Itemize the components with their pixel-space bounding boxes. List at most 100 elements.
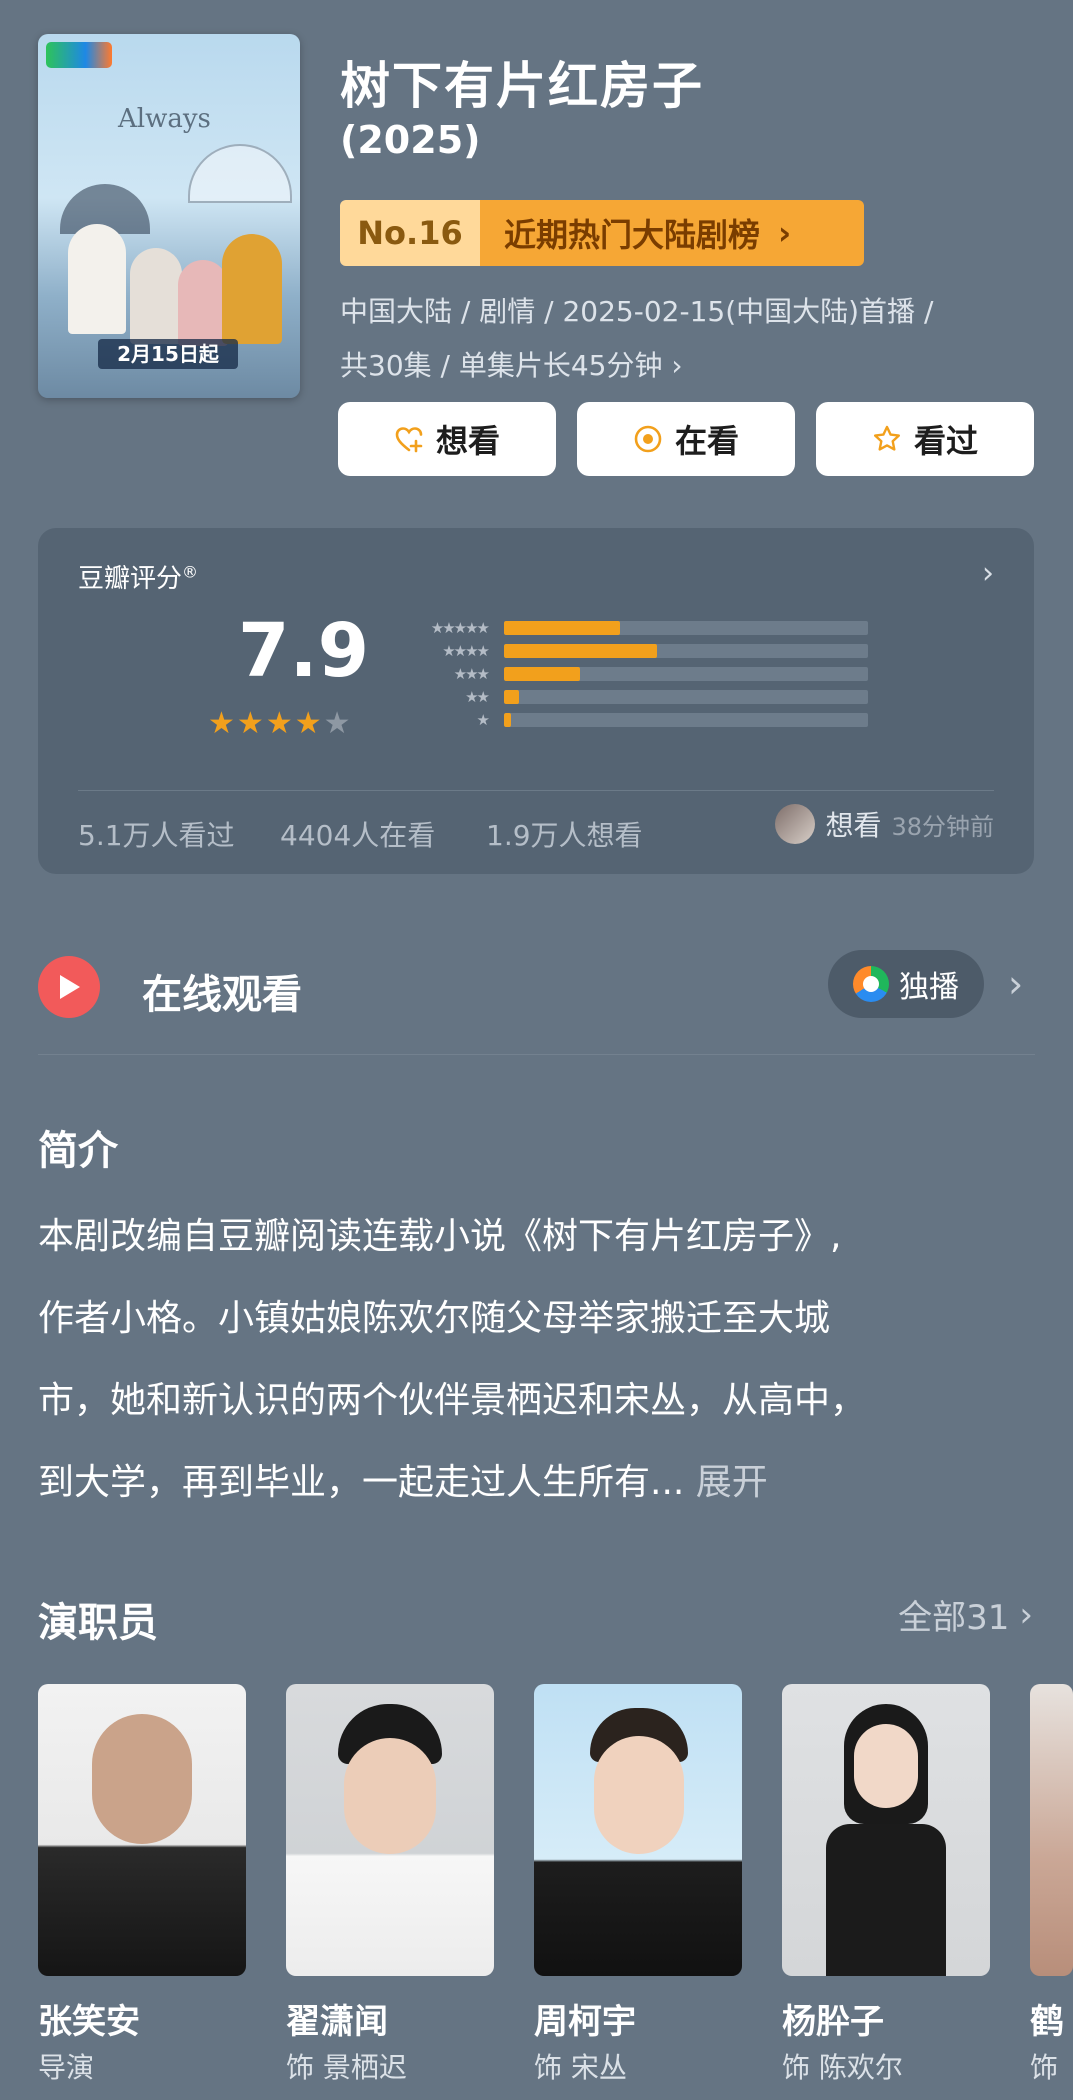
watching-button[interactable]: 在看: [577, 402, 795, 476]
poster-image[interactable]: Always 2月15日起: [38, 34, 300, 398]
cast-photo[interactable]: [38, 1684, 246, 1976]
chevron-right-icon[interactable]: ›: [982, 556, 994, 591]
want-to-watch-label: 想看: [435, 422, 500, 460]
distribution-bar-fill: [504, 644, 657, 658]
recent-time: 38分钟前: [891, 812, 994, 841]
chevron-right-icon: ›: [671, 349, 683, 382]
star-filled-icon: ★: [265, 706, 293, 741]
cast-photo[interactable]: [782, 1684, 990, 1976]
expand-link[interactable]: 展开: [696, 1462, 768, 1503]
watched-count: 5.1万人看过: [78, 819, 235, 852]
rating-card[interactable]: 豆瓣评分® › 7.9 ★ ★ ★ ★ ★ ★★★★★ ★★★★ ★★★ ★★ ★ 5.1万人看…: [38, 528, 1034, 874]
cast-photo[interactable]: [1030, 1684, 1073, 1976]
want-count: 1.9万人想看: [486, 819, 643, 852]
chevron-right-icon[interactable]: ›: [1008, 962, 1023, 1006]
poster-date-text: 2月15日起: [98, 339, 238, 369]
online-watch-title[interactable]: 在线观看: [142, 962, 302, 1020]
distribution-bar: [504, 621, 868, 635]
cast-role: 饰 宋丛: [534, 2051, 627, 2084]
portrait-face: [854, 1724, 918, 1808]
watched-label: 看过: [913, 422, 978, 460]
distribution-bar-fill: [504, 690, 519, 704]
distribution-bar-fill: [504, 667, 581, 681]
rating-distribution-row: ★★: [398, 688, 868, 706]
cast-role: 导演: [38, 2051, 95, 2084]
distribution-bar: [504, 644, 868, 658]
tencent-video-logo: [46, 42, 112, 68]
cast-role: 饰: [1030, 2051, 1059, 2084]
summary-line: 本剧改编自豆瓣阅读连载小说《树下有片红房子》,: [38, 1216, 842, 1257]
poster-figure: [68, 224, 126, 334]
cast-role: 饰 景栖迟: [286, 2051, 407, 2084]
portrait-face: [92, 1714, 192, 1844]
heart-plus-icon: [395, 427, 423, 453]
cast-name[interactable]: 周柯宇: [534, 1994, 636, 2043]
platform-tag[interactable]: 独播: [828, 950, 984, 1018]
summary-title: 简介: [38, 1128, 118, 1174]
registered-mark: ®: [182, 562, 199, 582]
watching-count: 4404人在看: [280, 819, 436, 852]
play-icon[interactable]: [38, 956, 100, 1018]
poster-figure: [178, 260, 228, 346]
summary-text: 本剧改编自豆瓣阅读连载小说《树下有片红房子》, 作者小格。小镇姑娘陈欢尔随父母举…: [38, 1196, 1038, 1524]
all-cast-label: 全部31: [898, 1598, 1010, 1638]
summary-line: 到大学，再到毕业，一起走过人生所有...: [38, 1462, 685, 1503]
star-outline-icon: [873, 425, 900, 451]
target-icon: [634, 425, 662, 453]
summary-line: 作者小格。小镇姑娘陈欢尔随父母举家搬迁至大城: [38, 1298, 831, 1339]
distribution-stars: ★★★★★: [430, 619, 490, 637]
distribution-bar: [504, 690, 868, 704]
platform-tag-label: 独播: [899, 970, 959, 1005]
poster-title-art: Always: [118, 104, 211, 134]
poster-figure: [130, 248, 182, 344]
want-to-watch-button[interactable]: 想看: [338, 402, 556, 476]
star-filled-icon: ★: [208, 706, 235, 741]
chevron-right-icon: ›: [1019, 1594, 1033, 1635]
divider: [78, 790, 994, 791]
avatar: [775, 804, 816, 844]
watched-button[interactable]: 看过: [816, 402, 1034, 476]
summary-line: 市，她和新认识的两个伙伴景栖迟和宋丛，从高中，: [38, 1380, 867, 1421]
show-year: (2025): [340, 118, 481, 162]
rating-label-text: 豆瓣评分: [78, 564, 183, 594]
recent-action: 想看: [825, 809, 882, 842]
distribution-stars: ★: [476, 711, 490, 729]
rating-distribution-row: ★★★★: [398, 642, 868, 660]
all-cast-link[interactable]: 全部31 ›: [898, 1590, 1033, 1639]
cast-title: 演职员: [38, 1600, 158, 1646]
rating-distribution-row: ★: [398, 711, 868, 729]
portrait-face: [594, 1736, 684, 1854]
star-filled-icon: ★: [236, 706, 264, 741]
chevron-right-icon: ›: [778, 214, 792, 252]
rating-score: 7.9: [238, 608, 370, 694]
umbrella-art: [188, 144, 292, 203]
tencent-video-icon: [853, 966, 889, 1002]
distribution-stars: ★★★: [453, 665, 490, 683]
cast-photo[interactable]: [534, 1684, 742, 1976]
rating-distribution-row: ★★★: [398, 665, 868, 683]
distribution-bar-fill: [504, 713, 512, 727]
cast-photo[interactable]: [286, 1684, 494, 1976]
cast-name[interactable]: 张笑安: [38, 1994, 140, 2043]
rank-list-label: 近期热门大陆剧榜: [504, 216, 761, 254]
poster-figure: [222, 234, 282, 344]
show-meta-link[interactable]: 共30集 / 单集片长45分钟 ›: [340, 344, 683, 384]
distribution-bar-fill: [504, 621, 621, 635]
cast-name[interactable]: 杨肸子: [782, 1994, 884, 2043]
cast-name[interactable]: 鹤: [1030, 1994, 1073, 2043]
distribution-bar: [504, 713, 868, 727]
rating-stars: ★ ★ ★ ★ ★: [208, 706, 351, 741]
divider: [38, 1054, 1035, 1055]
recent-activity[interactable]: 想看 38分钟前: [775, 804, 994, 844]
ranking-badge[interactable]: No.16 近期热门大陆剧榜 ›: [340, 200, 864, 266]
watching-label: 在看: [674, 422, 739, 460]
show-meta-line: 共30集 / 单集片长45分钟: [340, 349, 663, 382]
portrait-body: [826, 1824, 946, 1976]
rank-list-link[interactable]: 近期热门大陆剧榜 ›: [480, 200, 864, 266]
cast-name[interactable]: 翟潇闻: [286, 1994, 388, 2043]
rank-number: No.16: [340, 200, 480, 266]
rating-distribution-row: ★★★★★: [398, 619, 868, 637]
distribution-stars: ★★: [465, 688, 490, 706]
show-meta-line: 中国大陆 / 剧情 / 2025-02-15(中国大陆)首播 /: [340, 295, 934, 328]
star-filled-icon: ★: [294, 706, 322, 741]
